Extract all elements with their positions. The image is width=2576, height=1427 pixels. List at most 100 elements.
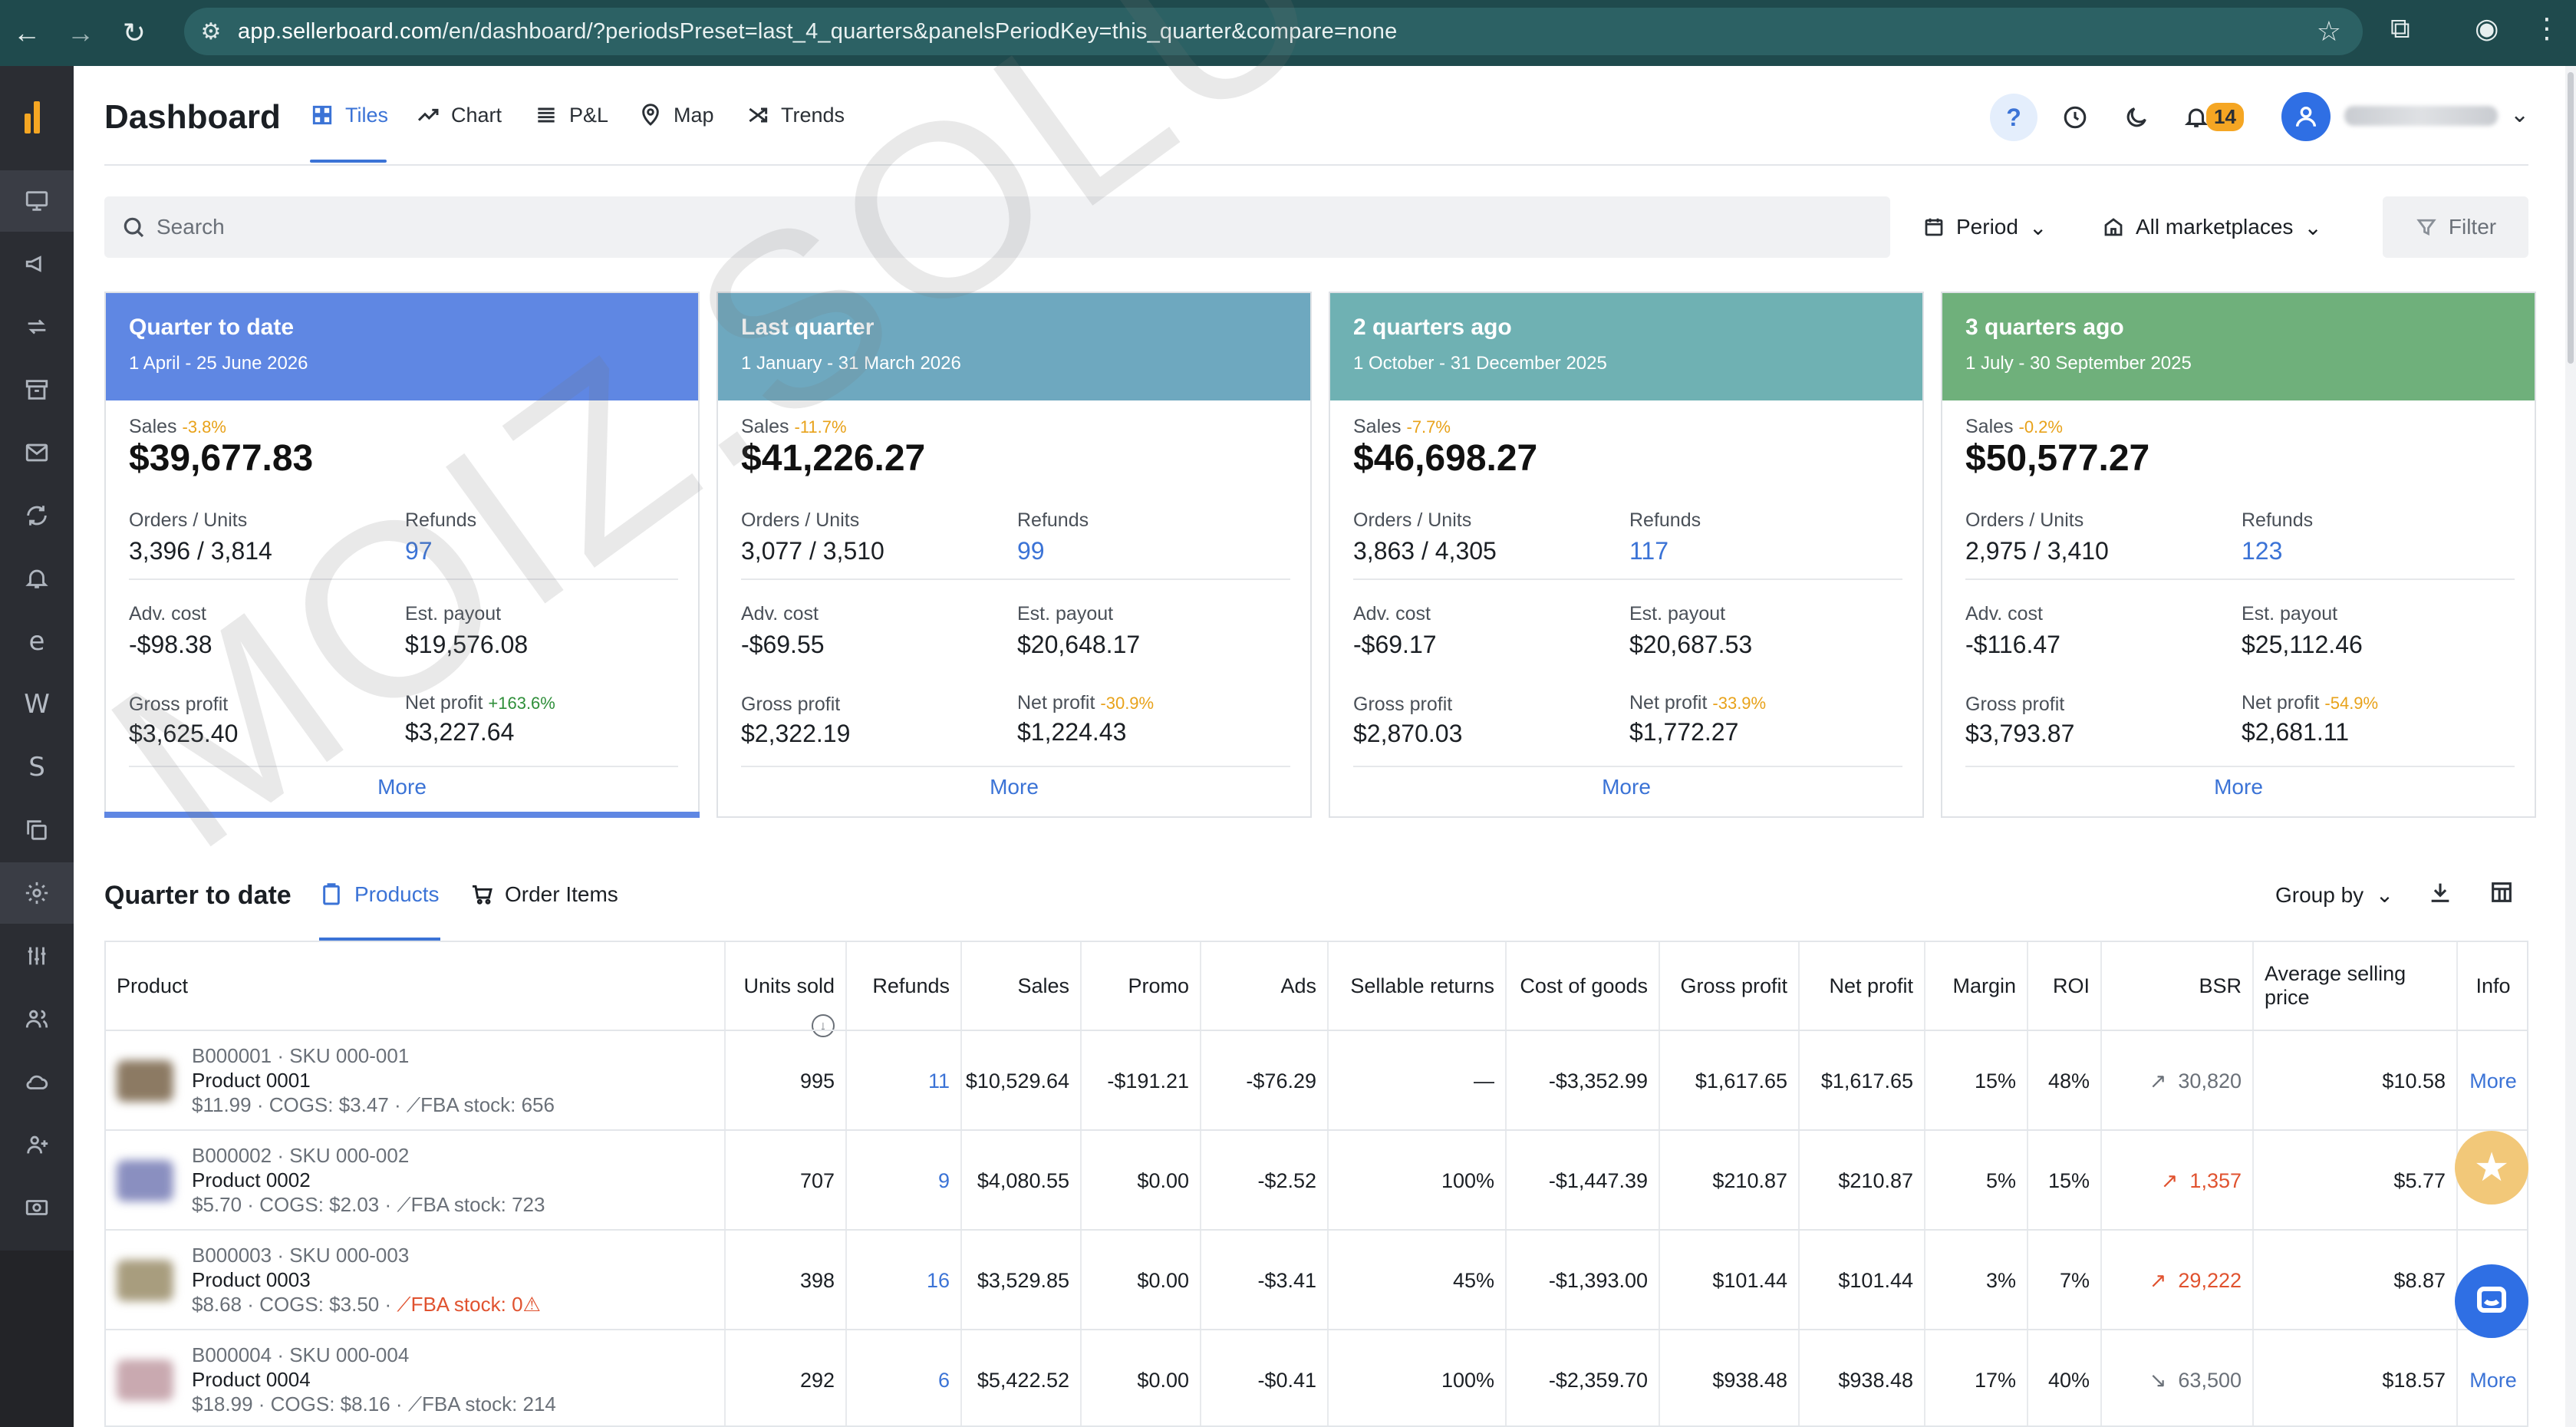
favorite-star-button[interactable]: ★ xyxy=(2455,1131,2528,1205)
search-bar[interactable] xyxy=(104,196,1890,258)
card-more-link[interactable]: More xyxy=(1330,775,1922,799)
tab-pnl[interactable]: P&L xyxy=(534,103,608,127)
column-header-margin[interactable]: Margin xyxy=(1925,942,2028,1030)
column-header-ads[interactable]: Ads xyxy=(1201,942,1329,1030)
column-header-sales[interactable]: Sales xyxy=(962,942,1082,1030)
dark-mode-button[interactable] xyxy=(2113,94,2160,141)
column-header-refunds[interactable]: Refunds xyxy=(847,942,962,1030)
table-row[interactable]: B000004 · SKU 000-004 Product 0004 $18.99 … xyxy=(106,1329,2527,1425)
sidebar-repeat-icon[interactable] xyxy=(0,296,74,358)
card-more-link[interactable]: More xyxy=(718,775,1310,799)
column-header-bsr[interactable]: BSR xyxy=(2102,942,2254,1030)
product-thumbnail[interactable] xyxy=(117,1160,173,1201)
browser-menu-icon[interactable]: ⋮ xyxy=(2533,12,2561,44)
refunds-link[interactable]: 99 xyxy=(1017,537,1045,565)
sidebar-mail-icon[interactable] xyxy=(0,422,74,483)
period-card[interactable]: Quarter to date 1 April - 25 June 2026 Sal… xyxy=(104,292,700,818)
period-card[interactable]: 3 quarters ago 1 July - 30 September 2025… xyxy=(1941,292,2536,818)
column-header-info[interactable]: Info xyxy=(2458,942,2527,1030)
extensions-icon[interactable]: ⧉ xyxy=(2390,12,2410,45)
marketplaces-dropdown[interactable]: All marketplaces ⌄ xyxy=(2102,196,2322,258)
bookmark-star-icon[interactable]: ☆ xyxy=(2317,15,2341,48)
chat-button[interactable] xyxy=(2455,1264,2528,1338)
sidebar-e-icon[interactable]: e xyxy=(0,611,74,672)
table-row[interactable]: B000003 · SKU 000-003 Product 0003 $8.68 ·… xyxy=(106,1229,2527,1330)
sidebar-bell-icon[interactable] xyxy=(0,548,74,609)
sidebar-archive-icon[interactable] xyxy=(0,359,74,420)
period-card[interactable]: 2 quarters ago 1 October - 31 December 20… xyxy=(1329,292,1924,818)
back-arrow-icon[interactable]: ← xyxy=(0,17,54,49)
tab-trends[interactable]: Trends xyxy=(746,103,845,127)
sidebar-settings-icon[interactable] xyxy=(0,862,74,924)
sidebar-cash-icon[interactable] xyxy=(0,1177,74,1238)
sidebar-s-icon[interactable]: S xyxy=(0,737,74,798)
column-header-cost-of-goods[interactable]: Cost of goods xyxy=(1507,942,1660,1030)
sidebar-users-icon[interactable] xyxy=(0,988,74,1050)
sidebar-sync-icon[interactable] xyxy=(0,485,74,546)
refunds-link[interactable]: 6 xyxy=(938,1369,950,1392)
period-dropdown[interactable]: Period ⌄ xyxy=(1922,196,2047,258)
product-thumbnail[interactable] xyxy=(117,1359,173,1401)
column-header-average-selling-price[interactable]: Average selling price xyxy=(2254,942,2458,1030)
reload-icon[interactable]: ↻ xyxy=(107,17,161,49)
card-header[interactable]: 2 quarters ago 1 October - 31 December 20… xyxy=(1330,293,1922,400)
card-header[interactable]: Last quarter 1 January - 31 March 2026 xyxy=(718,293,1310,400)
card-more-link[interactable]: More xyxy=(106,775,698,799)
trend-chart-icon[interactable]: ⟋ xyxy=(397,1293,410,1316)
product-name[interactable]: Product 0003 xyxy=(192,1267,541,1292)
card-header[interactable]: Quarter to date 1 April - 25 June 2026 xyxy=(106,293,698,400)
tab-products[interactable]: Products xyxy=(319,882,440,907)
refunds-link[interactable]: 97 xyxy=(405,537,433,565)
card-more-link[interactable]: More xyxy=(1942,775,2535,799)
product-thumbnail[interactable] xyxy=(117,1260,173,1301)
search-input[interactable] xyxy=(156,215,1844,239)
info-more-link[interactable]: More xyxy=(2469,1369,2517,1392)
refunds-link[interactable]: 123 xyxy=(2242,537,2282,565)
refunds-link[interactable]: 16 xyxy=(927,1269,950,1293)
sellerboard-logo-icon[interactable] xyxy=(25,101,49,133)
product-name[interactable]: Product 0001 xyxy=(192,1068,555,1092)
refunds-link[interactable]: 11 xyxy=(928,1069,950,1093)
address-bar[interactable]: ⚙ app.sellerboard.com/en/dashboard/?peri… xyxy=(184,8,2363,55)
sidebar-w-icon[interactable]: W xyxy=(0,674,74,735)
tab-map[interactable]: Map xyxy=(638,103,714,127)
chevron-down-icon[interactable]: ⌄ xyxy=(2510,101,2529,128)
refunds-link[interactable]: 9 xyxy=(938,1169,950,1193)
trend-chart-icon[interactable]: ⟋ xyxy=(408,1392,422,1415)
column-header-promo[interactable]: Promo xyxy=(1082,942,1201,1030)
product-name[interactable]: Product 0004 xyxy=(192,1367,556,1392)
trend-chart-icon[interactable]: ⟋ xyxy=(397,1193,410,1216)
sidebar-copy-icon[interactable] xyxy=(0,799,74,861)
page-scrollbar[interactable] xyxy=(2565,66,2576,1427)
period-card[interactable]: Last quarter 1 January - 31 March 2026 Sal… xyxy=(716,292,1312,818)
column-header-sellable-returns[interactable]: Sellable returns xyxy=(1329,942,1507,1030)
help-button[interactable]: ? xyxy=(1990,94,2037,141)
product-thumbnail[interactable] xyxy=(117,1060,173,1102)
forward-arrow-icon[interactable]: → xyxy=(54,17,107,49)
tab-chart[interactable]: Chart xyxy=(416,103,502,127)
user-name-blurred[interactable] xyxy=(2344,106,2498,126)
column-header-gross-profit[interactable]: Gross profit xyxy=(1660,942,1800,1030)
scrollbar-thumb[interactable] xyxy=(2568,72,2574,364)
table-row[interactable]: B000002 · SKU 000-002 Product 0002 $5.70 ·… xyxy=(106,1129,2527,1231)
sidebar-cloud-icon[interactable] xyxy=(0,1051,74,1112)
table-row[interactable]: B000001 · SKU 000-001 Product 0001 $11.99 … xyxy=(106,1030,2527,1131)
column-header-product[interactable]: Product xyxy=(106,942,726,1030)
site-settings-icon[interactable]: ⚙ xyxy=(184,18,238,45)
column-header-roi[interactable]: ROI xyxy=(2028,942,2102,1030)
columns-button[interactable] xyxy=(2489,879,2519,910)
profile-icon[interactable]: ◉ xyxy=(2475,12,2499,44)
group-by-dropdown[interactable]: Group by ⌄ xyxy=(2275,882,2393,908)
column-header-net-profit[interactable]: Net profit xyxy=(1800,942,1925,1030)
sidebar-add-user-icon[interactable] xyxy=(0,1114,74,1175)
tab-tiles[interactable]: Tiles xyxy=(310,103,388,127)
history-button[interactable] xyxy=(2051,94,2099,141)
download-button[interactable] xyxy=(2427,879,2458,910)
product-name[interactable]: Product 0002 xyxy=(192,1168,545,1192)
tab-order-items[interactable]: Order Items xyxy=(469,882,618,907)
card-header[interactable]: 3 quarters ago 1 July - 30 September 2025 xyxy=(1942,293,2535,400)
refunds-link[interactable]: 117 xyxy=(1629,537,1668,565)
filter-button[interactable]: Filter xyxy=(2383,196,2528,258)
info-more-link[interactable]: More xyxy=(2469,1069,2517,1093)
avatar[interactable] xyxy=(2281,92,2331,141)
